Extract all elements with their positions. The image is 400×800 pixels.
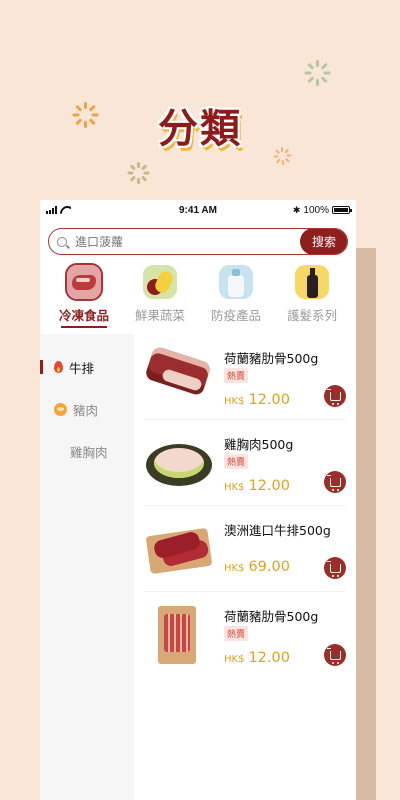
- phone-screen: 9:41 AM ✱ 100% 搜索 冷凍食品 鮮果蔬菜 防疫產品: [40, 200, 356, 800]
- product-item[interactable]: 雞胸肉500g 熱賣 HK$ 12.00: [144, 420, 346, 506]
- battery-icon: [331, 206, 352, 214]
- hair-care-icon: [295, 265, 329, 299]
- side-nav-item-steak[interactable]: 牛排: [40, 346, 134, 388]
- add-to-cart-button[interactable]: [324, 471, 346, 493]
- fire-icon: [54, 361, 63, 373]
- product-price: 12.00: [248, 477, 290, 494]
- product-image: [144, 432, 214, 494]
- product-image: [144, 518, 214, 580]
- search-input[interactable]: [75, 234, 300, 249]
- decor-burst-icon: [125, 160, 151, 186]
- frozen-meat-icon: [65, 263, 103, 301]
- cart-icon: [326, 560, 341, 577]
- side-nav-item-chicken-breast[interactable]: 雞胸肉: [40, 430, 134, 472]
- side-nav: 牛排 豬肉 雞胸肉: [40, 334, 134, 800]
- side-nav-label: 豬肉: [73, 402, 99, 418]
- price-currency: HK$: [224, 562, 245, 574]
- product-name: 荷蘭豬肋骨500g: [224, 350, 319, 366]
- product-list: 荷蘭豬肋骨500g 熱賣 HK$ 12.00 雞胸肉500g 熱賣 HK$ 12…: [134, 334, 356, 800]
- hero-title: 分類: [158, 106, 242, 152]
- search-icon: [57, 236, 67, 247]
- category-label: 冷凍食品: [58, 308, 109, 323]
- cart-icon: [326, 474, 341, 491]
- side-nav-label: 雞胸肉: [70, 444, 108, 460]
- bluetooth-icon: ✱: [292, 204, 301, 215]
- product-price: 12.00: [248, 650, 290, 666]
- product-price: 69.00: [248, 558, 290, 575]
- status-time: 9:41 AM: [179, 204, 217, 216]
- product-item[interactable]: 荷蘭豬肋骨500g 熱賣 HK$ 12.00: [144, 592, 346, 678]
- hot-badge: 熱賣: [224, 367, 249, 383]
- product-name: 雞胸肉500g: [224, 436, 294, 452]
- add-to-cart-button[interactable]: [324, 644, 346, 666]
- category-epidemic-products[interactable]: 防疫產品: [200, 265, 272, 328]
- fruit-vegetable-icon: [143, 265, 177, 299]
- search-button[interactable]: 搜索: [300, 229, 347, 254]
- cart-icon: [326, 647, 341, 664]
- category-label: 防疫產品: [210, 308, 261, 323]
- product-item[interactable]: 荷蘭豬肋骨500g 熱賣 HK$ 12.00: [144, 334, 346, 420]
- sanitizer-icon: [219, 265, 253, 299]
- category-hair-care[interactable]: 護髮系列: [276, 265, 348, 328]
- add-to-cart-button[interactable]: [324, 557, 346, 579]
- search-bar: 搜索: [48, 228, 348, 255]
- cart-icon: [326, 388, 341, 405]
- product-image: [144, 604, 214, 666]
- category-label: 鮮果蔬菜: [134, 308, 185, 323]
- decor-burst-icon: [302, 58, 332, 88]
- signal-icon: [46, 206, 57, 214]
- hot-badge: 熱賣: [224, 626, 249, 641]
- product-image: [144, 346, 214, 408]
- category-frozen-food[interactable]: 冷凍食品: [48, 263, 120, 328]
- side-nav-label: 牛排: [69, 360, 95, 376]
- price-currency: HK$: [224, 395, 245, 407]
- status-bar: 9:41 AM ✱ 100%: [40, 200, 356, 220]
- product-name: 荷蘭豬肋骨500g: [224, 609, 319, 624]
- price-currency: HK$: [224, 481, 245, 493]
- wifi-icon: [60, 206, 71, 214]
- hot-badge: 熱賣: [224, 453, 249, 469]
- product-price: 12.00: [248, 391, 290, 408]
- category-row: 冷凍食品 鮮果蔬菜 防疫產品 護髮系列: [40, 255, 356, 328]
- category-fruit-vegetables[interactable]: 鮮果蔬菜: [124, 265, 196, 328]
- battery-percent: 100%: [303, 204, 329, 216]
- product-item[interactable]: 澳洲進口牛排500g HK$ 69.00: [144, 506, 346, 592]
- side-nav-item-pork[interactable]: 豬肉: [40, 388, 134, 430]
- price-currency: HK$: [224, 654, 245, 665]
- add-to-cart-button[interactable]: [324, 385, 346, 407]
- product-name: 澳洲進口牛排500g: [224, 522, 331, 538]
- category-label: 護髮系列: [286, 308, 337, 323]
- category-active-indicator: [61, 326, 107, 328]
- pig-icon: [54, 402, 67, 416]
